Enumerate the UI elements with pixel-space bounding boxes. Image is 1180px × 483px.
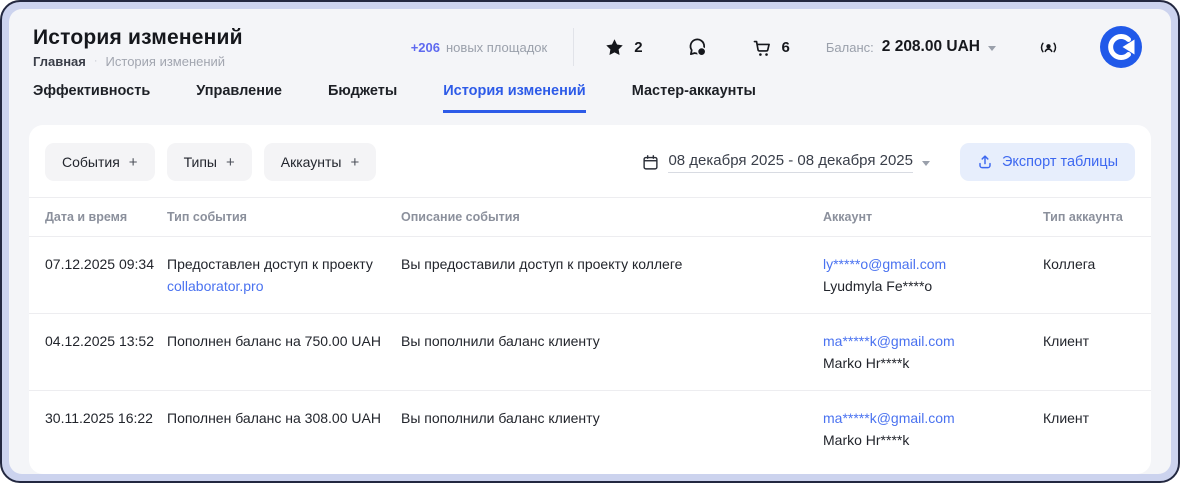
table-row: 07.12.2025 09:34 Предоставлен доступ к п… [29,237,1151,314]
new-platforms-count: +206 [411,40,440,55]
tab-master-accounts[interactable]: Мастер-аккаунты [632,83,756,113]
page-header: История изменений Главная · История изме… [9,9,1171,69]
cart-counter[interactable]: 6 [752,37,790,58]
tab-effectiveness[interactable]: Эффективность [33,83,150,113]
plus-icon: + [129,155,138,170]
balance-label: Баланс: [826,40,874,55]
content-card: События + Типы + Аккаунты + [29,125,1151,474]
upload-icon [977,154,993,170]
collaborator-logo-icon [1099,25,1143,69]
filter-types-label: Типы [184,154,217,170]
new-platforms-label: новых площадок [446,40,547,55]
star-icon [604,37,625,58]
cell-account: ma*****k@gmail.com Marko Hr****k [823,391,1043,467]
column-header-description: Описание события [401,198,823,236]
cell-event-type: Пополнен баланс на 750.00 UAH [167,314,401,390]
breadcrumb: Главная · История изменений [33,54,263,69]
account-name: Marko Hr****k [823,430,1031,450]
filters-bar: События + Типы + Аккаунты + [29,125,1151,197]
tab-change-history[interactable]: История изменений [443,83,585,113]
cart-count: 6 [782,39,790,56]
column-header-account-type: Тип аккаунта [1043,198,1135,236]
chevron-down-icon [922,161,930,166]
account-email-link[interactable]: ma*****k@gmail.com [823,331,1031,351]
chevron-down-icon [988,46,996,51]
table-row: 30.11.2025 16:22 Пополнен баланс на 308.… [29,391,1151,467]
cell-description: Вы пополнили баланс клиенту [401,314,823,390]
page-title: История изменений [33,26,263,50]
cell-event-type: Пополнен баланс на 308.00 UAH [167,391,401,467]
chat-icon [687,37,708,58]
new-platforms-notice[interactable]: +206 новых площадок [411,40,548,55]
table-header-row: Дата и время Тип события Описание событи… [29,197,1151,237]
favorites-counter[interactable]: 2 [604,37,642,58]
plus-icon: + [226,155,235,170]
breadcrumb-separator: · [94,55,98,67]
header-divider [573,28,574,66]
project-link[interactable]: collaborator.pro [167,276,389,296]
cell-account-type: Коллега [1043,237,1135,313]
filter-accounts-button[interactable]: Аккаунты + [264,143,377,181]
column-header-datetime: Дата и время [45,198,167,236]
account-name: Marko Hr****k [823,353,1031,373]
balance-dropdown[interactable]: Баланс: 2 208.00 UAH [826,38,996,56]
filter-events-label: События [62,154,120,170]
account-logo[interactable] [1099,25,1143,69]
date-range-picker[interactable]: 08 декабря 2025 - 08 декабря 2025 [642,152,930,173]
favorites-count: 2 [634,39,642,56]
account-email-link[interactable]: ma*****k@gmail.com [823,408,1031,428]
export-table-button[interactable]: Экспорт таблицы [960,143,1135,181]
notifications-button[interactable] [1038,37,1059,58]
cell-account: ma*****k@gmail.com Marko Hr****k [823,314,1043,390]
filter-types-button[interactable]: Типы + [167,143,252,181]
filter-events-button[interactable]: События + [45,143,155,181]
tab-management[interactable]: Управление [196,83,282,113]
browser-frame: История изменений Главная · История изме… [0,0,1180,483]
cell-event-type: Предоставлен доступ к проекту collaborat… [167,237,401,313]
breadcrumb-current: История изменений [106,54,226,69]
balance-value: 2 208.00 UAH [882,38,980,56]
history-table: Дата и время Тип события Описание событи… [29,197,1151,467]
cell-account-type: Клиент [1043,314,1135,390]
breadcrumb-home-link[interactable]: Главная [33,54,86,69]
column-header-event-type: Тип события [167,198,401,236]
filter-chips: События + Типы + Аккаунты + [45,143,376,181]
calendar-icon [642,154,659,171]
event-type-text: Предоставлен доступ к проекту [167,254,389,274]
date-range-value: 08 декабря 2025 - 08 декабря 2025 [668,152,913,173]
filters-right: 08 декабря 2025 - 08 декабря 2025 Экспор… [642,143,1135,181]
cell-account-type: Клиент [1043,391,1135,467]
cell-datetime: 30.11.2025 16:22 [45,391,167,467]
messages-button[interactable] [687,37,708,58]
export-table-label: Экспорт таблицы [1002,154,1118,170]
tab-budgets[interactable]: Бюджеты [328,83,397,113]
broadcast-person-icon [1038,37,1059,58]
app-window: История изменений Главная · История изме… [9,9,1171,474]
cell-datetime: 07.12.2025 09:34 [45,237,167,313]
table-row: 04.12.2025 13:52 Пополнен баланс на 750.… [29,314,1151,391]
cell-description: Вы предоставили доступ к проекту коллеге [401,237,823,313]
cell-datetime: 04.12.2025 13:52 [45,314,167,390]
section-tabs: Эффективность Управление Бюджеты История… [9,69,1171,113]
cart-icon [752,37,773,58]
title-block: История изменений Главная · История изме… [33,26,263,69]
filter-accounts-label: Аккаунты [281,154,342,170]
cell-description: Вы пополнили баланс клиенту [401,391,823,467]
account-email-link[interactable]: ly*****o@gmail.com [823,254,1031,274]
account-name: Lyudmyla Fe****o [823,276,1031,296]
plus-icon: + [350,155,359,170]
cell-account: ly*****o@gmail.com Lyudmyla Fe****o [823,237,1043,313]
column-header-account: Аккаунт [823,198,1043,236]
